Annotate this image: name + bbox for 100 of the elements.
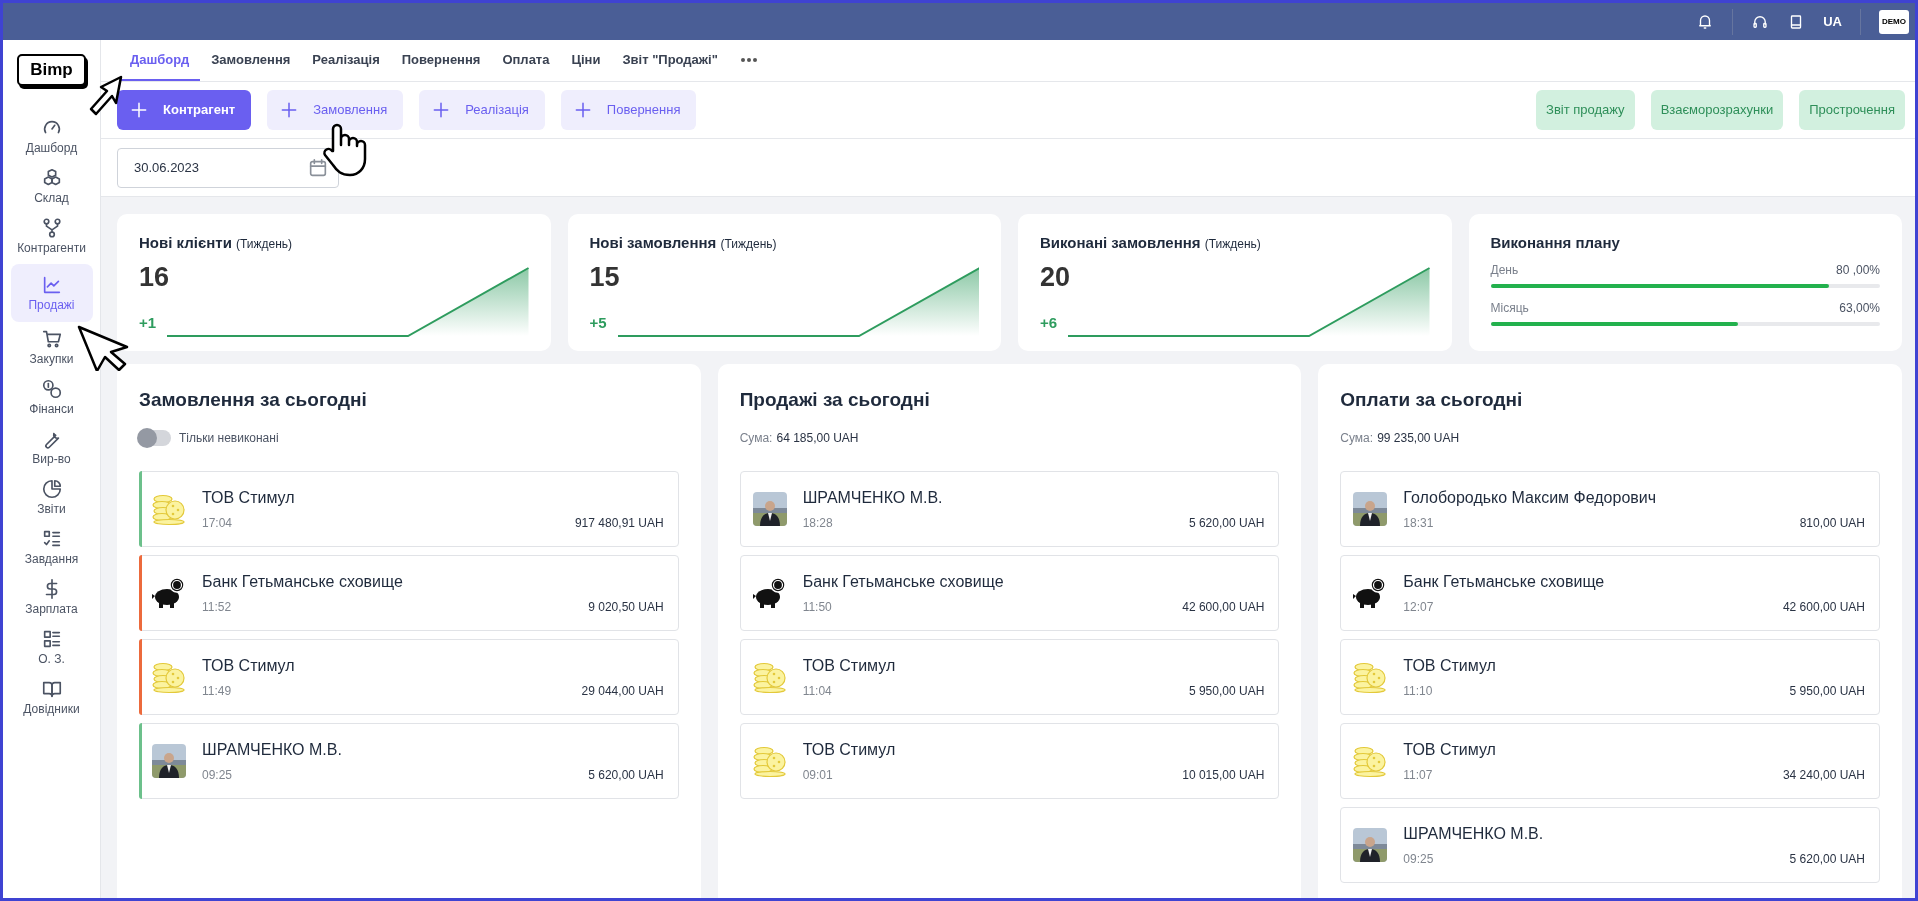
entry-amount: 5 620,00 UAH	[1188, 514, 1265, 532]
tab[interactable]: Реалізація	[301, 40, 391, 81]
calendar-icon[interactable]	[307, 156, 329, 179]
list-entry[interactable]: ТОВ Стимул 11:10 5 950,00 UAH	[1340, 638, 1880, 715]
entry-amount: 810,00 UAH	[1799, 514, 1865, 532]
card-title: Замовлення за сьогодні	[139, 388, 368, 412]
pie-chart-icon	[40, 477, 63, 500]
card-title: Нові замовлення (Тиждень)	[589, 233, 778, 253]
entry-name: ТОВ Стимул	[1403, 739, 1497, 760]
date-field[interactable]: 30.06.2023	[117, 147, 339, 188]
entry-time: 11:50	[802, 598, 832, 616]
entry-time: 17:04	[202, 514, 233, 532]
plan-reading: 80 ,00%	[1835, 261, 1880, 279]
list-entry[interactable]: ТОВ Стимул 11:04 5 950,00 UAH	[739, 638, 1280, 715]
sidebar-item[interactable]: О. З.	[10, 624, 93, 672]
entry-amount: 5 950,00 UAH	[1188, 682, 1265, 700]
language-label[interactable]: UA	[1823, 11, 1842, 32]
entry-time: 09:01	[802, 766, 833, 784]
sidebar-item[interactable]: Вир-во	[10, 424, 93, 472]
entry-time: 18:31	[1403, 514, 1434, 532]
account-logo[interactable]: DEMO	[1879, 9, 1909, 34]
card-title: Виконані замовлення (Тиждень)	[1040, 233, 1262, 253]
list-entry[interactable]: Голобородько Максим Федорович 18:31 810,00 UAH	[1340, 470, 1880, 547]
sidebar-item[interactable]: Звіти	[10, 474, 93, 522]
tab[interactable]: Звіт "Продажі"	[611, 40, 729, 81]
entry-name: ТОВ Стимул	[802, 739, 897, 760]
sidebar-item[interactable]: Зарплата	[10, 574, 93, 622]
kpi-delta: +6	[1040, 313, 1058, 333]
entry-amount: 34 240,00 UAH	[1782, 766, 1865, 784]
create-button[interactable]: Повернення	[560, 90, 697, 130]
tab[interactable]: Ціни	[560, 40, 612, 81]
entry-name: Голобородько Максим Федорович	[1403, 487, 1658, 508]
entry-name: Банк Гетьманське сховище	[1403, 571, 1606, 592]
sidebar-item[interactable]: Склад	[10, 163, 93, 211]
list-entry[interactable]: ШРАМЧЕНКО М.В. 18:28 5 620,00 UAH	[739, 470, 1280, 547]
tab[interactable]: Оплата	[491, 40, 561, 81]
entry-time: 09:25	[1403, 850, 1434, 868]
sidebar-item[interactable]: Довідники	[10, 674, 93, 722]
logo[interactable]: Bimp	[17, 54, 86, 86]
create-button[interactable]: Контрагент	[117, 90, 252, 130]
entry-amount: 5 620,00 UAH	[1789, 850, 1865, 868]
entry-amount: 5 620,00 UAH	[588, 766, 664, 784]
list-entry[interactable]: ТОВ Стимул 17:04 917 480,91 UAH	[139, 470, 679, 547]
entry-time: 12:07	[1403, 598, 1434, 616]
list-entry[interactable]: Банк Гетьманське сховище 11:52 9 020,50 UAH	[139, 554, 679, 631]
entry-amount: 5 950,00 UAH	[1789, 682, 1865, 700]
sum-label: Сума:	[739, 429, 773, 447]
kpi-value: 20	[1040, 260, 1072, 294]
kpi-delta: +1	[139, 313, 157, 333]
plan-reading: 63,00%	[1839, 299, 1880, 317]
entry-time: 11:49	[202, 682, 232, 700]
entry-name: ТОВ Стимул	[802, 655, 897, 676]
entry-name: ШРАМЧЕНКО М.В.	[802, 487, 944, 508]
entry-name: Банк Гетьманське сховище	[202, 571, 404, 592]
piggy-bank-icon	[752, 575, 787, 610]
sidebar-item[interactable]: Фінанси	[10, 374, 93, 422]
entry-amount: 10 015,00 UAH	[1182, 766, 1265, 784]
tab[interactable]: Повернення	[390, 40, 492, 81]
sidebar-item[interactable]: Продажі	[10, 263, 93, 322]
more-icon[interactable]	[739, 56, 758, 63]
entry-time: 11:04	[802, 682, 832, 700]
entry-amount: 42 600,00 UAH	[1782, 598, 1865, 616]
list-entry[interactable]: ТОВ Стимул 11:07 34 240,00 UAH	[1340, 722, 1880, 799]
list-entry[interactable]: Банк Гетьманське сховище 11:50 42 600,00 UAH	[739, 554, 1280, 631]
entry-time: 11:07	[1403, 766, 1433, 784]
entry-amount: 29 044,00 UAH	[581, 682, 664, 700]
sidebar-item[interactable]: Дашборд	[10, 113, 93, 161]
entry-time: 11:10	[1403, 682, 1433, 700]
sidebar-item[interactable]: Контрагенти	[10, 213, 93, 261]
toggle-switch[interactable]	[139, 429, 171, 446]
entry-amount: 917 480,91 UAH	[574, 514, 664, 532]
nodes-icon	[40, 216, 63, 239]
list-entry[interactable]: ТОВ Стимул 11:49 29 044,00 UAH	[139, 638, 679, 715]
entry-name: ШРАМЧЕНКО М.В.	[1403, 823, 1545, 844]
plus-icon	[129, 100, 149, 120]
list-entry[interactable]: ТОВ Стимул 09:01 10 015,00 UAH	[739, 722, 1280, 799]
tab[interactable]: Замовлення	[200, 40, 302, 81]
list-entry[interactable]: ШРАМЧЕНКО М.В. 09:25 5 620,00 UAH	[1340, 806, 1880, 883]
kpi-value: 16	[139, 260, 171, 294]
coins-icon	[40, 377, 63, 400]
entry-time: 11:52	[202, 598, 232, 616]
piggy-bank-icon	[1353, 575, 1388, 610]
card-title: Оплати за сьогодні	[1340, 388, 1524, 412]
sum-value: 64 185,00 UAH	[776, 429, 859, 447]
create-button[interactable]: Замовлення	[267, 90, 404, 130]
card-title: Нові клієнти (Тиждень)	[139, 233, 294, 253]
list-entry[interactable]: ШРАМЧЕНКО М.В. 09:25 5 620,00 UAH	[139, 722, 679, 799]
entry-time: 09:25	[202, 766, 233, 784]
card-title: Продажі за сьогодні	[739, 388, 931, 412]
card-title: Виконання плану	[1490, 233, 1621, 253]
sum-label: Сума:	[1340, 429, 1374, 447]
entry-name: Банк Гетьманське сховище	[802, 571, 1005, 592]
create-button[interactable]: Реалізація	[419, 90, 545, 130]
sidebar-item[interactable]: Завдання	[10, 524, 93, 572]
kpi-delta: +5	[589, 313, 607, 333]
list-entry[interactable]: Банк Гетьманське сховище 12:07 42 600,00 UAH	[1340, 554, 1880, 631]
entry-name: ШРАМЧЕНКО М.В.	[202, 739, 343, 760]
entry-amount: 42 600,00 UAH	[1182, 598, 1265, 616]
plan-label: Місяць	[1490, 299, 1529, 317]
toggle-label: Тільки невиконані	[179, 429, 279, 447]
